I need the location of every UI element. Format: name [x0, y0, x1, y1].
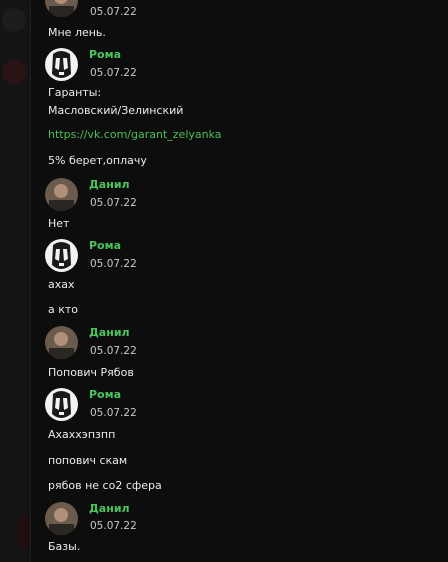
avatar[interactable] [45, 326, 78, 359]
user-photo-icon [45, 502, 78, 535]
message-text: Базы. [48, 540, 81, 553]
chat-panel: 05.07.22 Мне лень. Рома 05.07.22 Гаранты… [30, 0, 448, 562]
avatar[interactable] [45, 48, 78, 81]
message-text: Ахаххэпзпп [48, 428, 116, 441]
message-text: Масловский/Зелинский [48, 104, 184, 117]
user-photo-icon [45, 239, 78, 272]
background-avatar [2, 60, 26, 84]
user-photo-icon [45, 178, 78, 211]
author-name[interactable]: Рома [89, 239, 121, 252]
author-name[interactable]: Данил [89, 178, 130, 191]
user-photo-icon [45, 326, 78, 359]
author-name[interactable]: Рома [89, 48, 121, 61]
message-text: Мне лень. [48, 26, 106, 39]
message-date: 05.07.22 [90, 258, 137, 270]
message-date: 05.07.22 [90, 6, 137, 18]
author-name[interactable]: Данил [89, 326, 130, 339]
user-photo-icon [45, 0, 78, 17]
message-date: 05.07.22 [90, 345, 137, 357]
avatar[interactable] [45, 239, 78, 272]
message-text: 5% берет,оплачу [48, 154, 147, 167]
message-date: 05.07.22 [90, 520, 137, 532]
user-photo-icon [45, 48, 78, 81]
message-text: Нет [48, 217, 70, 230]
message-list: 05.07.22 Мне лень. Рома 05.07.22 Гаранты… [31, 0, 448, 562]
message-text: попович скам [48, 454, 128, 467]
author-name[interactable]: Данил [89, 502, 130, 515]
user-photo-icon [45, 388, 78, 421]
avatar[interactable] [45, 178, 78, 211]
background-avatar [2, 8, 26, 32]
avatar[interactable] [45, 0, 78, 17]
message-text: рябов не со2 сфера [48, 479, 162, 492]
message-text: а кто [48, 303, 79, 316]
message-link[interactable]: https://vk.com/garant_zelyanka [48, 128, 222, 141]
author-name[interactable]: Рома [89, 388, 121, 401]
message-date: 05.07.22 [90, 67, 137, 79]
message-text: Попович Рябов [48, 366, 134, 379]
message-date: 05.07.22 [90, 407, 137, 419]
message-text: Гаранты: [48, 86, 102, 99]
message-date: 05.07.22 [90, 197, 137, 209]
avatar[interactable] [45, 388, 78, 421]
avatar[interactable] [45, 502, 78, 535]
message-text: ахах [48, 278, 75, 291]
